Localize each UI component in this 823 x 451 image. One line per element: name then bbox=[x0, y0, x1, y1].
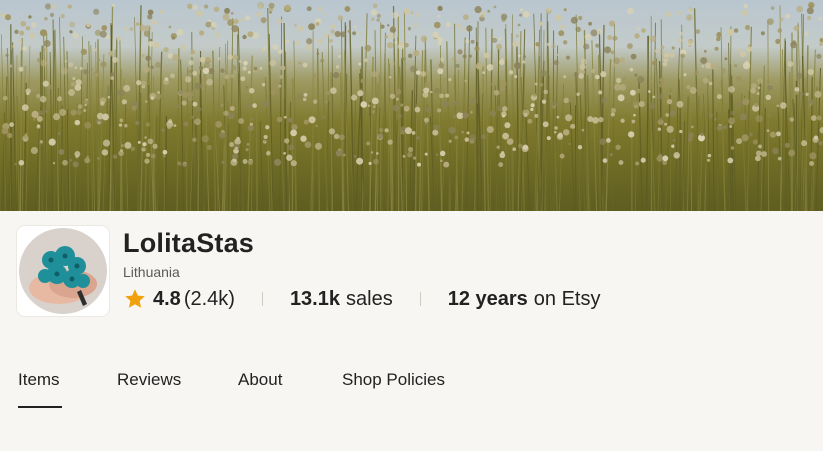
shop-avatar[interactable] bbox=[17, 226, 109, 316]
years-value: 12 years bbox=[447, 287, 528, 310]
flax-field-image bbox=[0, 1, 823, 211]
divider bbox=[419, 292, 421, 306]
star-icon bbox=[123, 287, 147, 311]
rating-count-link[interactable]: (2.4k) bbox=[184, 288, 235, 311]
shop-banner-image bbox=[0, 0, 823, 211]
shop-stats: 4.8 (2.4k) 13.1k sales 12 years on Etsy bbox=[123, 286, 600, 312]
sales-value: 13.1k bbox=[289, 287, 340, 310]
divider bbox=[261, 292, 263, 306]
active-tab-indicator bbox=[18, 406, 62, 408]
avatar-image bbox=[19, 228, 107, 314]
shop-name: LolitaStas bbox=[123, 228, 255, 258]
shop-location: Lithuania bbox=[123, 264, 180, 280]
tab-about[interactable]: About bbox=[238, 370, 282, 390]
rating-value: 4.8 bbox=[153, 287, 181, 310]
sales-label: sales bbox=[346, 287, 393, 310]
tab-shop-policies[interactable]: Shop Policies bbox=[342, 370, 445, 390]
tab-reviews[interactable]: Reviews bbox=[117, 370, 181, 390]
years-label: on Etsy bbox=[533, 287, 601, 310]
tab-items[interactable]: Items bbox=[18, 370, 60, 390]
